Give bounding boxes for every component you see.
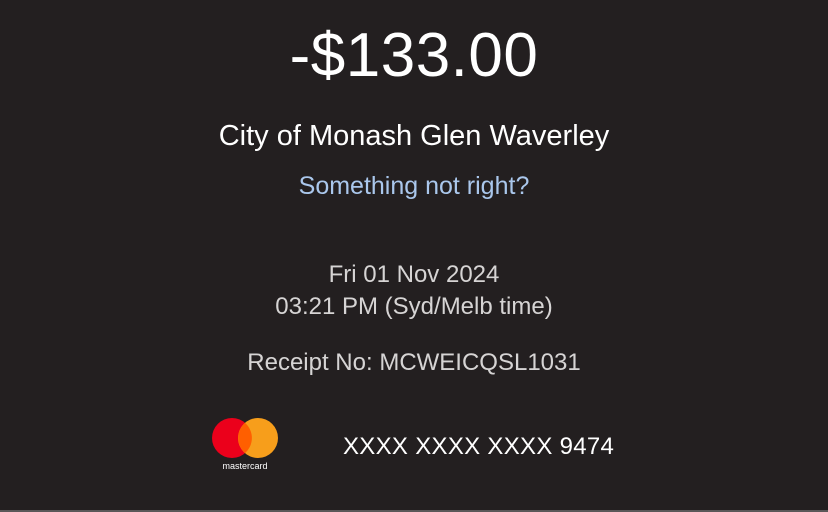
masked-card-number: XXXX XXXX XXXX 9474	[343, 433, 615, 460]
receipt-number: Receipt No: MCWEICQSL1031	[247, 349, 581, 376]
card-info-row: mastercard XXXX XXXX XXXX 9474	[0, 414, 828, 474]
transaction-amount: -$133.00	[289, 21, 539, 90]
mastercard-logo-icon: mastercard	[212, 418, 278, 471]
something-not-right-link[interactable]: Something not right?	[299, 172, 530, 200]
transaction-detail-screen: -$133.00 City of Monash Glen Waverley So…	[0, 0, 828, 512]
transaction-date: Fri 01 Nov 2024	[328, 261, 500, 288]
mastercard-wordmark: mastercard	[222, 461, 267, 471]
transaction-time: 03:21 PM (Syd/Melb time)	[275, 293, 553, 320]
help-link-container: Something not right?	[0, 170, 828, 202]
merchant-name: City of Monash Glen Waverley	[218, 120, 610, 152]
